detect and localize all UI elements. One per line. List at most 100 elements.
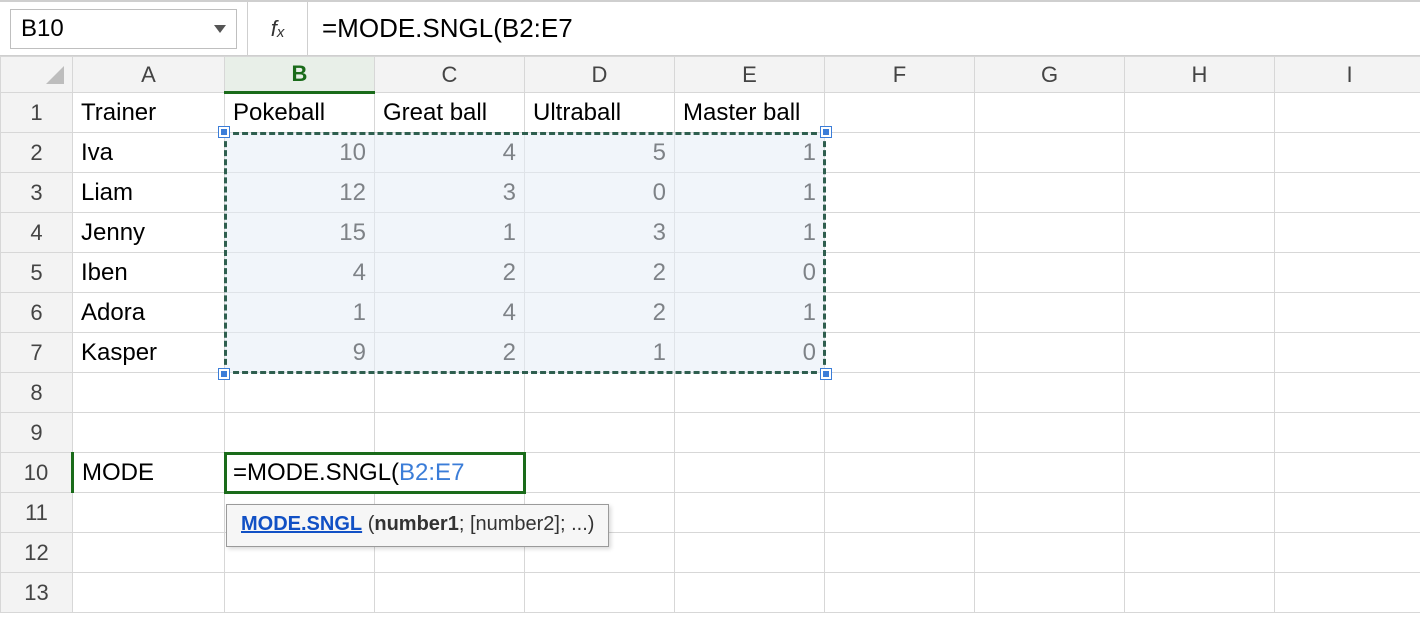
col-header-A[interactable]: A: [73, 57, 225, 93]
cell-H9[interactable]: [1125, 413, 1275, 453]
cell-F8[interactable]: [825, 373, 975, 413]
cell-A10[interactable]: MODE: [73, 453, 225, 493]
cell-E8[interactable]: [675, 373, 825, 413]
cell-H11[interactable]: [1125, 493, 1275, 533]
cell-B6[interactable]: 1: [225, 293, 375, 333]
cell-H2[interactable]: [1125, 133, 1275, 173]
cell-H4[interactable]: [1125, 213, 1275, 253]
cell-G5[interactable]: [975, 253, 1125, 293]
cell-G12[interactable]: [975, 533, 1125, 573]
cell-D5[interactable]: 2: [525, 253, 675, 293]
cell-G9[interactable]: [975, 413, 1125, 453]
spreadsheet-grid[interactable]: A B C D E F G H I 1 Trainer Pokeball Gre…: [0, 56, 1420, 626]
cell-B4[interactable]: 15: [225, 213, 375, 253]
cell-G13[interactable]: [975, 573, 1125, 613]
cell-E6[interactable]: 1: [675, 293, 825, 333]
cell-I1[interactable]: [1275, 93, 1420, 133]
cell-B3[interactable]: 12: [225, 173, 375, 213]
cell-A6[interactable]: Adora: [73, 293, 225, 333]
cell-D3[interactable]: 0: [525, 173, 675, 213]
cell-B2[interactable]: 10: [225, 133, 375, 173]
cell-G1[interactable]: [975, 93, 1125, 133]
name-box-dropdown-icon[interactable]: [206, 25, 226, 33]
row-header-11[interactable]: 11: [1, 493, 73, 533]
cell-H7[interactable]: [1125, 333, 1275, 373]
cell-H13[interactable]: [1125, 573, 1275, 613]
cell-I10[interactable]: [1275, 453, 1420, 493]
cell-I13[interactable]: [1275, 573, 1420, 613]
cell-I9[interactable]: [1275, 413, 1420, 453]
col-header-F[interactable]: F: [825, 57, 975, 93]
cell-E3[interactable]: 1: [675, 173, 825, 213]
row-header-10[interactable]: 10: [1, 453, 73, 493]
cell-I6[interactable]: [1275, 293, 1420, 333]
cell-E5[interactable]: 0: [675, 253, 825, 293]
function-hint-tooltip[interactable]: MODE.SNGL (number1; [number2]; ...): [226, 504, 609, 547]
fx-label[interactable]: fx: [248, 2, 308, 55]
cell-G2[interactable]: [975, 133, 1125, 173]
cell-I5[interactable]: [1275, 253, 1420, 293]
cell-G7[interactable]: [975, 333, 1125, 373]
cell-D4[interactable]: 3: [525, 213, 675, 253]
row-header-6[interactable]: 6: [1, 293, 73, 333]
cell-D2[interactable]: 5: [525, 133, 675, 173]
row-header-7[interactable]: 7: [1, 333, 73, 373]
row-header-2[interactable]: 2: [1, 133, 73, 173]
col-header-H[interactable]: H: [1125, 57, 1275, 93]
row-header-9[interactable]: 9: [1, 413, 73, 453]
cell-F13[interactable]: [825, 573, 975, 613]
col-header-I[interactable]: I: [1275, 57, 1420, 93]
cell-F9[interactable]: [825, 413, 975, 453]
cell-D7[interactable]: 1: [525, 333, 675, 373]
cell-I2[interactable]: [1275, 133, 1420, 173]
cell-B9[interactable]: [225, 413, 375, 453]
cell-E10[interactable]: [675, 453, 825, 493]
cell-H6[interactable]: [1125, 293, 1275, 333]
cell-A9[interactable]: [73, 413, 225, 453]
name-box[interactable]: B10: [10, 9, 237, 49]
cell-D13[interactable]: [525, 573, 675, 613]
cell-A2[interactable]: Iva: [73, 133, 225, 173]
cell-A13[interactable]: [73, 573, 225, 613]
cell-G10[interactable]: [975, 453, 1125, 493]
cell-editor[interactable]: =MODE.SNGL(B2:E7: [224, 452, 526, 494]
cell-E11[interactable]: [675, 493, 825, 533]
cell-H5[interactable]: [1125, 253, 1275, 293]
cell-E2[interactable]: 1: [675, 133, 825, 173]
cell-G8[interactable]: [975, 373, 1125, 413]
cell-I4[interactable]: [1275, 213, 1420, 253]
cell-I3[interactable]: [1275, 173, 1420, 213]
cell-C5[interactable]: 2: [375, 253, 525, 293]
row-header-1[interactable]: 1: [1, 93, 73, 133]
cell-I11[interactable]: [1275, 493, 1420, 533]
col-header-G[interactable]: G: [975, 57, 1125, 93]
cell-A5[interactable]: Iben: [73, 253, 225, 293]
cell-F3[interactable]: [825, 173, 975, 213]
cell-I12[interactable]: [1275, 533, 1420, 573]
cell-F11[interactable]: [825, 493, 975, 533]
cell-B13[interactable]: [225, 573, 375, 613]
cell-A4[interactable]: Jenny: [73, 213, 225, 253]
row-header-3[interactable]: 3: [1, 173, 73, 213]
cell-E12[interactable]: [675, 533, 825, 573]
function-hint-name[interactable]: MODE.SNGL: [241, 513, 362, 535]
cell-H12[interactable]: [1125, 533, 1275, 573]
cell-F1[interactable]: [825, 93, 975, 133]
cell-B1[interactable]: Pokeball: [225, 93, 375, 133]
cell-F5[interactable]: [825, 253, 975, 293]
col-header-E[interactable]: E: [675, 57, 825, 93]
cell-F10[interactable]: [825, 453, 975, 493]
cell-B5[interactable]: 4: [225, 253, 375, 293]
cell-A12[interactable]: [73, 533, 225, 573]
cell-I7[interactable]: [1275, 333, 1420, 373]
cell-E13[interactable]: [675, 573, 825, 613]
cell-B8[interactable]: [225, 373, 375, 413]
row-header-4[interactable]: 4: [1, 213, 73, 253]
cell-H1[interactable]: [1125, 93, 1275, 133]
row-header-5[interactable]: 5: [1, 253, 73, 293]
col-header-D[interactable]: D: [525, 57, 675, 93]
cell-C3[interactable]: 3: [375, 173, 525, 213]
cell-A3[interactable]: Liam: [73, 173, 225, 213]
cell-H3[interactable]: [1125, 173, 1275, 213]
cell-H8[interactable]: [1125, 373, 1275, 413]
